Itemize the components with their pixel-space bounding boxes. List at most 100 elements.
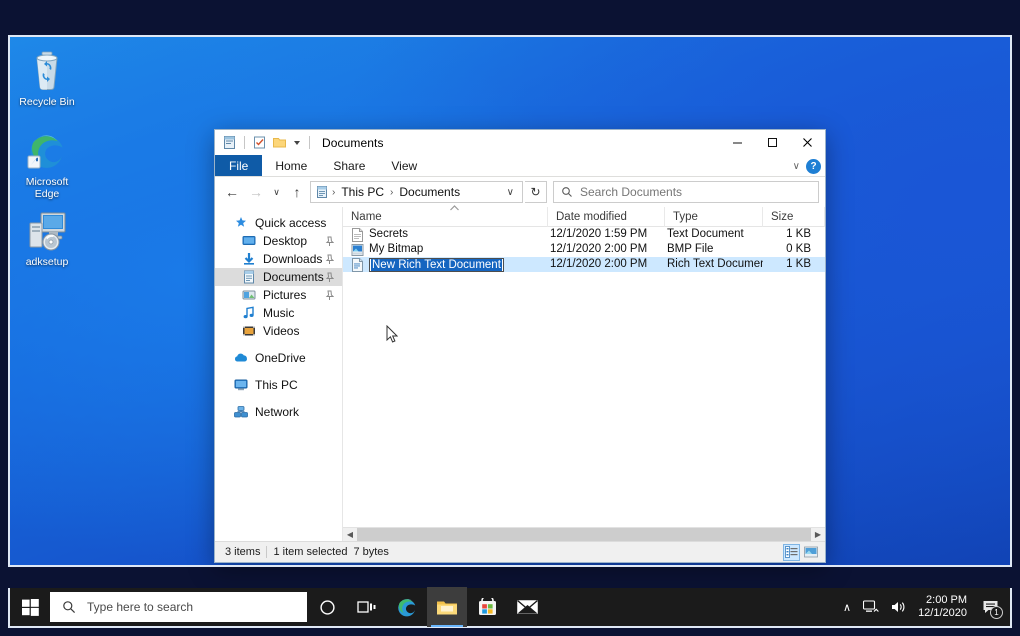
- pin-icon[interactable]: [325, 272, 334, 283]
- up-button[interactable]: ↑: [286, 181, 308, 203]
- desktop-icon-microsoft-edge[interactable]: Microsoft Edge: [12, 129, 82, 200]
- nav-gap: [215, 394, 342, 403]
- maximize-button[interactable]: [755, 130, 790, 155]
- details-view-button[interactable]: [783, 544, 800, 561]
- system-tray[interactable]: ∧ 2:00 PM 12/1/2020: [837, 587, 1010, 627]
- scroll-right-button[interactable]: ▶: [811, 528, 825, 541]
- column-header-name[interactable]: Name: [343, 207, 548, 227]
- item-count: 3 items: [219, 546, 266, 558]
- scrollbar-track[interactable]: [357, 528, 811, 541]
- sidebar-item-downloads[interactable]: Downloads: [215, 250, 342, 268]
- file-name-cell[interactable]: Secrets: [343, 227, 548, 242]
- window-controls[interactable]: [720, 130, 825, 155]
- clock[interactable]: 2:00 PM 12/1/2020: [913, 587, 976, 627]
- pin-icon[interactable]: [325, 290, 334, 301]
- file-name-cell[interactable]: New Rich Text Document: [343, 257, 548, 272]
- pin-icon[interactable]: [325, 236, 334, 247]
- network-tray-icon[interactable]: [857, 587, 885, 627]
- ribbon-right-controls[interactable]: ∨ ?: [793, 155, 821, 177]
- tab-home[interactable]: Home: [262, 155, 320, 176]
- breadcrumb-documents[interactable]: Documents: [396, 184, 463, 200]
- pin-icon[interactable]: [325, 254, 334, 265]
- new-folder-icon[interactable]: [271, 134, 288, 151]
- breadcrumb-this-pc[interactable]: This PC: [338, 184, 387, 200]
- ribbon-tabs[interactable]: File Home Share View ∨ ?: [215, 155, 825, 177]
- close-button[interactable]: [790, 130, 825, 155]
- mail-button[interactable]: [507, 587, 547, 627]
- tab-file[interactable]: File: [215, 155, 262, 176]
- rename-input[interactable]: New Rich Text Document: [369, 258, 504, 272]
- notifications-button[interactable]: 1: [976, 587, 1006, 627]
- view-buttons[interactable]: [783, 544, 821, 561]
- tab-share[interactable]: Share: [320, 155, 378, 176]
- window-titlebar[interactable]: Documents: [215, 130, 825, 155]
- recent-locations-button[interactable]: ∨: [269, 181, 284, 203]
- sidebar-item-documents[interactable]: Documents: [215, 268, 342, 286]
- table-row[interactable]: My Bitmap 12/1/2020 2:00 PM BMP File 0 K…: [343, 242, 825, 257]
- search-box[interactable]: Search Documents: [553, 181, 819, 203]
- status-bar: 3 items 1 item selected 7 bytes: [215, 541, 825, 562]
- file-explorer-button[interactable]: [427, 587, 467, 627]
- volume-icon[interactable]: [885, 587, 913, 627]
- show-hidden-icons-button[interactable]: ∧: [837, 587, 857, 627]
- sidebar-item-music[interactable]: Music: [215, 304, 342, 322]
- minimize-button[interactable]: [720, 130, 755, 155]
- sidebar-item-network[interactable]: Network: [215, 403, 342, 421]
- refresh-button[interactable]: ↻: [525, 181, 547, 203]
- sidebar-item-onedrive[interactable]: OneDrive: [215, 349, 342, 367]
- sidebar-item-desktop[interactable]: Desktop: [215, 232, 342, 250]
- column-header-type[interactable]: Type: [665, 207, 763, 227]
- back-button[interactable]: ←: [221, 181, 243, 203]
- explorer-body: Quick access Desktop: [215, 207, 825, 541]
- quick-access-toolbar[interactable]: [215, 134, 313, 151]
- navigation-pane[interactable]: Quick access Desktop: [215, 207, 343, 541]
- taskbar[interactable]: Type here to search: [8, 588, 1012, 628]
- microsoft-store-button[interactable]: [467, 587, 507, 627]
- scroll-left-button[interactable]: ◀: [343, 528, 357, 541]
- chevron-down-icon[interactable]: ∨: [793, 161, 800, 172]
- breadcrumb-dropdown-icon[interactable]: ∨: [501, 187, 520, 198]
- properties-icon[interactable]: [251, 134, 268, 151]
- horizontal-scrollbar[interactable]: ◀ ▶: [343, 527, 825, 541]
- microsoft-edge-button[interactable]: [387, 587, 427, 627]
- tab-view[interactable]: View: [378, 155, 430, 176]
- column-headers[interactable]: Name Date modified Type Size: [343, 207, 825, 227]
- address-bar[interactable]: ← → ∨ ↑ › This PC: [215, 177, 825, 207]
- file-type-cell: BMP File: [665, 242, 763, 257]
- help-button[interactable]: ?: [806, 159, 821, 174]
- column-header-date-modified[interactable]: Date modified: [548, 207, 665, 227]
- file-type-cell: Rich Text Document: [665, 257, 763, 272]
- table-row[interactable]: Secrets 12/1/2020 1:59 PM Text Document …: [343, 227, 825, 242]
- cortana-button[interactable]: [307, 587, 347, 627]
- desktop[interactable]: Recycle Bin Microsoft Edge: [8, 35, 1012, 565]
- breadcrumb[interactable]: › This PC › Documents ∨: [310, 181, 523, 203]
- customize-dropdown-icon[interactable]: [291, 134, 303, 151]
- recycle-bin-icon: [12, 49, 82, 93]
- file-size-cell: 0 KB: [763, 242, 825, 257]
- sidebar-item-pictures[interactable]: Pictures: [215, 286, 342, 304]
- table-row[interactable]: New Rich Text Document 12/1/2020 2:00 PM…: [343, 257, 825, 272]
- file-list-pane[interactable]: Name Date modified Type Size: [343, 207, 825, 541]
- start-button[interactable]: [10, 587, 50, 627]
- taskbar-search-box[interactable]: Type here to search: [50, 592, 307, 622]
- clock-date: 12/1/2020: [918, 607, 967, 620]
- desktop-icon-adksetup[interactable]: adksetup: [12, 209, 82, 268]
- scrollbar-thumb[interactable]: [357, 528, 811, 541]
- documents-icon: [241, 269, 257, 285]
- folder-properties-icon[interactable]: [221, 134, 238, 151]
- task-view-button[interactable]: [347, 587, 387, 627]
- file-rows[interactable]: Secrets 12/1/2020 1:59 PM Text Document …: [343, 227, 825, 527]
- large-icons-view-button[interactable]: [802, 544, 819, 561]
- edge-icon: [12, 129, 82, 173]
- file-name-cell[interactable]: My Bitmap: [343, 242, 548, 257]
- sidebar-item-quick-access[interactable]: Quick access: [215, 214, 342, 232]
- nav-gap: [215, 367, 342, 376]
- file-explorer-window[interactable]: Documents File Home Share: [214, 129, 826, 563]
- file-date-cell: 12/1/2020 2:00 PM: [548, 242, 665, 257]
- desktop-icon-recycle-bin[interactable]: Recycle Bin: [12, 49, 82, 108]
- sidebar-item-label: Desktop: [263, 234, 307, 248]
- column-header-size[interactable]: Size: [763, 207, 825, 227]
- sidebar-item-this-pc[interactable]: This PC: [215, 376, 342, 394]
- search-placeholder: Search Documents: [580, 185, 682, 199]
- sidebar-item-videos[interactable]: Videos: [215, 322, 342, 340]
